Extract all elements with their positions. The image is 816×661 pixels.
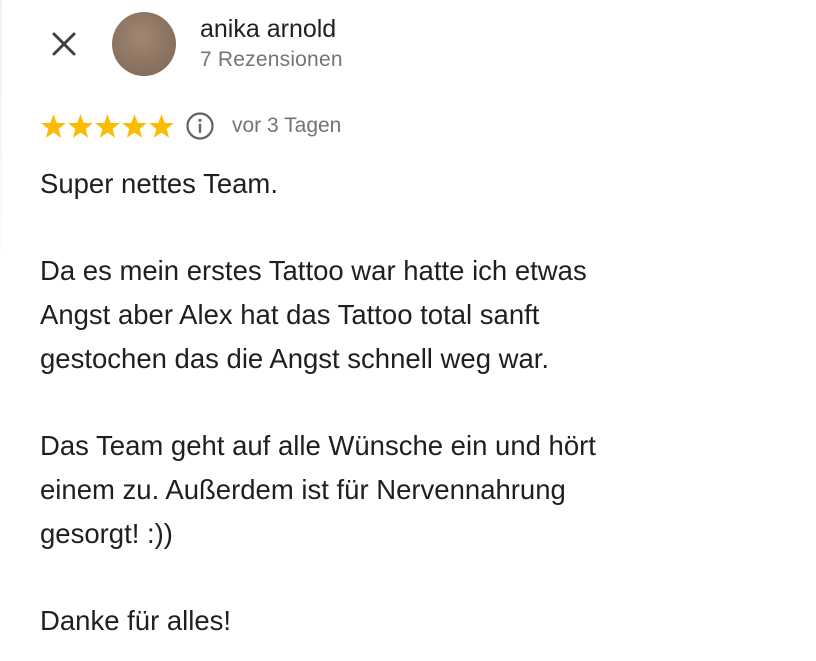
star-icon xyxy=(68,113,93,138)
review-line: Super nettes Team. xyxy=(40,168,278,199)
close-button[interactable] xyxy=(44,24,84,64)
star-icon xyxy=(41,113,66,138)
review-paragraph: Super nettes Team. xyxy=(40,162,740,206)
review-line: einem zu. Außerdem ist für Nervennahrung xyxy=(40,473,566,505)
review-paragraph: Das Team geht auf alle Wünsche ein und h… xyxy=(40,424,740,555)
review-line: gesorgt! :)) xyxy=(40,517,173,549)
reviewer-review-count: 7 Rezensionen xyxy=(200,48,343,71)
rating-row: vor 3 Tagen xyxy=(40,110,341,142)
star-icon xyxy=(95,113,120,138)
review-line: Das Team geht auf alle Wünsche ein und h… xyxy=(40,430,596,462)
review-line: gestochen das die Angst schnell weg war. xyxy=(40,342,550,374)
reviewer-name[interactable]: anika arnold xyxy=(200,14,343,44)
review-date: vor 3 Tagen xyxy=(232,114,342,137)
review-paragraph: Da es mein erstes Tattoo war hatte ich e… xyxy=(40,249,740,380)
review-line: Da es mein erstes Tattoo war hatte ich e… xyxy=(40,255,587,287)
background-edge xyxy=(0,0,2,250)
star-icon xyxy=(122,113,147,138)
star-icon xyxy=(149,113,174,138)
reviewer-info: anika arnold 7 Rezensionen xyxy=(200,14,343,73)
review-paragraph: Danke für alles! xyxy=(40,599,740,643)
review-text: Super nettes Team. Da es mein erstes Tatt… xyxy=(40,162,740,643)
info-circle-icon[interactable] xyxy=(185,111,215,141)
close-icon xyxy=(52,32,76,56)
star-rating xyxy=(40,113,175,140)
avatar[interactable] xyxy=(112,12,176,76)
review-line: Angst aber Alex hat das Tattoo total san… xyxy=(40,299,540,331)
review-line: Danke für alles! xyxy=(40,604,232,636)
